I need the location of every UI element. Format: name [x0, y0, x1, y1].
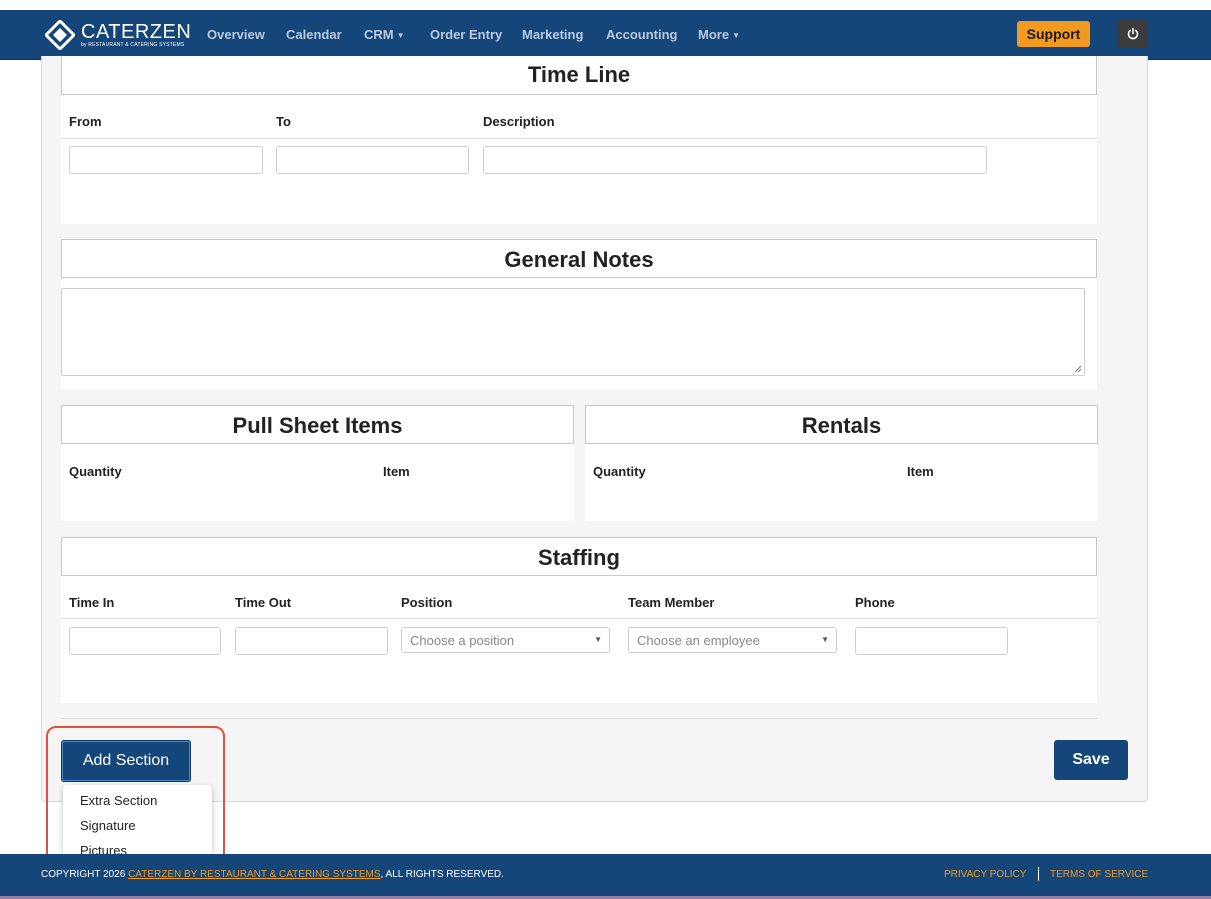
position-select[interactable]: Choose a position ▼ — [401, 627, 610, 653]
actions-divider — [61, 718, 1097, 719]
logo-text: CATERZEN by RESTAURANT & CATERING SYSTEM… — [81, 22, 191, 48]
nav-crm[interactable]: CRM ▼ — [364, 27, 405, 42]
chevron-down-icon: ▼ — [396, 31, 405, 40]
employee-select[interactable]: Choose an employee ▼ — [628, 627, 837, 653]
logo-wordmark: CATERZEN — [81, 21, 192, 43]
time-out-input[interactable] — [235, 627, 388, 655]
nav-marketing[interactable]: Marketing — [522, 27, 583, 42]
caterzen-logo[interactable]: CATERZEN by RESTAURANT & CATERING SYSTEM… — [45, 19, 191, 51]
staffing-col-time-out: Time Out — [235, 595, 292, 610]
rentals-header: Rentals — [585, 405, 1098, 444]
staffing-col-position: Position — [401, 595, 453, 610]
timeline-to-input[interactable] — [276, 146, 469, 174]
top-strip — [0, 0, 1211, 10]
staffing-col-phone: Phone — [855, 595, 895, 610]
resize-handle-icon[interactable] — [1074, 365, 1082, 373]
chevron-down-icon: ▼ — [732, 31, 740, 40]
menu-item-extra-section[interactable]: Extra Section — [80, 793, 157, 808]
pull-sheet-col-quantity: Quantity — [69, 464, 122, 479]
staffing-col-time-in: Time In — [69, 595, 115, 610]
pull-sheet-header: Pull Sheet Items — [61, 405, 574, 444]
nav-accounting[interactable]: Accounting — [606, 27, 678, 42]
nav-crm-label: CRM — [364, 27, 394, 42]
rentals-col-item: Item — [907, 464, 934, 479]
timeline-col-to: To — [276, 114, 291, 129]
rentals-body — [585, 444, 1098, 521]
timeline-from-input[interactable] — [69, 146, 263, 174]
time-in-input[interactable] — [69, 627, 221, 655]
support-button[interactable]: Support — [1017, 21, 1090, 47]
logo-mark-icon — [45, 20, 75, 50]
power-icon[interactable] — [1117, 20, 1148, 48]
footer-separator — [1038, 867, 1039, 881]
nav-more-label: More — [698, 27, 730, 42]
dropdown-arrow-icon: ▼ — [821, 635, 829, 644]
top-navbar: CATERZEN by RESTAURANT & CATERING SYSTEM… — [0, 10, 1211, 60]
dropdown-arrow-icon: ▼ — [594, 635, 602, 644]
page-footer: COPYRIGHT 2026 CATERZEN BY RESTAURANT & … — [0, 854, 1211, 896]
copyright-text: COPYRIGHT 2026 CATERZEN BY RESTAURANT & … — [41, 869, 504, 880]
pull-sheet-col-item: Item — [383, 464, 410, 479]
general-notes-textarea[interactable] — [61, 288, 1085, 376]
add-section-button[interactable]: Add Section — [61, 740, 191, 782]
timeline-description-input[interactable] — [483, 146, 987, 174]
nav-order-entry[interactable]: Order Entry — [430, 27, 502, 42]
rentals-col-quantity: Quantity — [593, 464, 646, 479]
timeline-header: Time Line — [61, 56, 1097, 95]
privacy-policy-link[interactable]: PRIVACY POLICY — [944, 869, 1026, 880]
menu-item-signature[interactable]: Signature — [80, 818, 136, 833]
copyright-company-link[interactable]: CATERZEN BY RESTAURANT & CATERING SYSTEM… — [128, 869, 380, 880]
employee-select-placeholder: Choose an employee — [637, 633, 760, 648]
nav-more[interactable]: More ▼ — [698, 27, 740, 42]
general-notes-header: General Notes — [61, 239, 1097, 278]
timeline-divider — [61, 138, 1097, 139]
nav-calendar[interactable]: Calendar — [286, 27, 342, 42]
position-select-placeholder: Choose a position — [410, 633, 515, 648]
staffing-header: Staffing — [61, 537, 1097, 576]
phone-input[interactable] — [855, 627, 1008, 655]
save-button[interactable]: Save — [1054, 740, 1128, 780]
staffing-col-team-member: Team Member — [628, 595, 715, 610]
copyright-prefix: COPYRIGHT 2026 — [41, 869, 129, 880]
logo-tagline: by RESTAURANT & CATERING SYSTEMS — [81, 42, 185, 48]
timeline-col-description: Description — [483, 114, 555, 129]
staffing-divider — [61, 618, 1097, 619]
copyright-suffix: , ALL RIGHTS RESERVED. — [380, 869, 504, 880]
terms-of-service-link[interactable]: TERMS OF SERVICE — [1050, 869, 1148, 880]
timeline-col-from: From — [69, 114, 102, 129]
pull-sheet-body — [61, 444, 574, 521]
nav-overview[interactable]: Overview — [207, 27, 265, 42]
